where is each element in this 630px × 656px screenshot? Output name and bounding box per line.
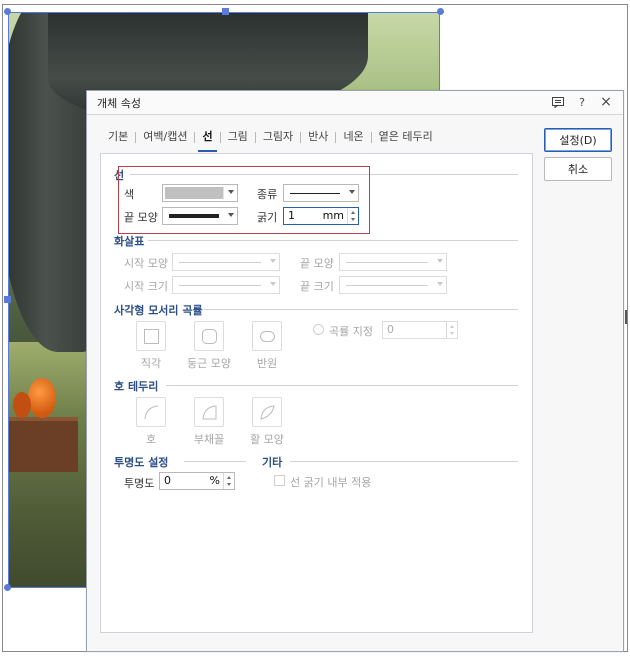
- scroll-marker: [625, 310, 628, 324]
- transparency-section-divider: [184, 461, 246, 462]
- corner-section-divider: [204, 309, 518, 310]
- chord-label: 부채꼴: [193, 433, 225, 446]
- curvature-stepper[interactable]: [446, 322, 457, 338]
- transparency-input[interactable]: 0 %: [159, 472, 235, 490]
- tab-picture[interactable]: 그림: [221, 127, 255, 147]
- photo-pumpkin: [28, 378, 56, 418]
- rounded-corner-label: 둥근 모양: [187, 357, 231, 370]
- square-corner-button[interactable]: [136, 321, 166, 351]
- transparency-unit: %: [209, 474, 220, 487]
- chord-button[interactable]: [194, 397, 224, 427]
- resize-handle-top-right[interactable]: [437, 8, 444, 15]
- resize-handle-top-left[interactable]: [4, 8, 11, 15]
- chevron-down-icon: [270, 259, 276, 263]
- arc-section-title: 호 테두리: [114, 380, 159, 393]
- start-size-label: 시작 크기: [124, 280, 168, 293]
- tab-reflection[interactable]: 반사: [301, 127, 335, 147]
- resize-handle-left[interactable]: [4, 296, 11, 303]
- bow-label: 활 모양: [250, 433, 284, 446]
- transparency-stepper[interactable]: [223, 473, 234, 489]
- inner-line-checkbox[interactable]: [274, 475, 285, 486]
- ok-button[interactable]: 설정(D): [544, 128, 612, 152]
- help-icon[interactable]: ?: [575, 95, 589, 109]
- transparency-section-title: 투명도 설정: [114, 456, 169, 469]
- tab-shadow[interactable]: 그림자: [256, 127, 300, 147]
- curvature-radio[interactable]: [313, 324, 324, 335]
- inner-line-label: 선 굵기 내부 적용: [290, 476, 372, 489]
- tab-neon[interactable]: 네온: [336, 127, 370, 147]
- arrow-start-size-select[interactable]: [172, 276, 280, 294]
- start-shape-label: 시작 모양: [124, 257, 168, 270]
- tab-soft-edge[interactable]: 옅은 테두리: [372, 127, 440, 147]
- arrow-start-shape-preview: [179, 262, 261, 263]
- curvature-value: 0: [387, 323, 394, 336]
- etc-section-title: 기타: [262, 456, 283, 469]
- cancel-button[interactable]: 취소: [544, 157, 612, 181]
- comment-icon[interactable]: [551, 95, 565, 109]
- tab-strip: 기본 여백/캡션 선 그림 그림자 반사 네온 옅은 테두리: [101, 127, 440, 152]
- chevron-down-icon: [437, 282, 443, 286]
- arrow-start-shape-select[interactable]: [172, 253, 280, 271]
- transparency-value: 0: [164, 474, 171, 487]
- resize-handle-top[interactable]: [222, 8, 229, 15]
- chevron-down-icon: [437, 259, 443, 263]
- arrow-end-size-preview: [346, 285, 428, 286]
- arrow-end-size-select[interactable]: [339, 276, 447, 294]
- arrow-start-size-preview: [179, 285, 261, 286]
- arrow-section-divider: [148, 240, 518, 241]
- end-size-label: 끝 크기: [300, 280, 334, 293]
- tab-margin-caption[interactable]: 여백/캡션: [136, 127, 194, 147]
- semicircle-corner-label: 반원: [256, 357, 278, 370]
- dialog-titlebar[interactable]: 개체 속성 ? ×: [87, 91, 623, 115]
- curvature-label: 곡률 지정: [329, 325, 373, 338]
- end-arrow-shape-label: 끝 모양: [300, 257, 334, 270]
- resize-handle-bottom-left[interactable]: [4, 584, 11, 591]
- tab-line[interactable]: 선: [195, 127, 219, 152]
- semicircle-corner-button[interactable]: [252, 321, 282, 351]
- arc-label: 호: [145, 433, 157, 446]
- annotation-highlight-box: [118, 166, 370, 234]
- transparency-label: 투명도: [124, 477, 155, 490]
- dialog-title: 개체 속성: [97, 96, 141, 110]
- photo-crate: [8, 417, 78, 472]
- rounded-corner-button[interactable]: [194, 321, 224, 351]
- photo-pumpkin-small: [13, 392, 31, 418]
- arc-section-divider: [166, 385, 518, 386]
- close-icon[interactable]: ×: [599, 94, 613, 110]
- bow-button[interactable]: [252, 397, 282, 427]
- arrow-end-shape-preview: [346, 262, 428, 263]
- square-corner-label: 직각: [140, 357, 162, 370]
- curvature-input[interactable]: 0: [382, 321, 458, 339]
- chevron-down-icon: [270, 282, 276, 286]
- corner-section-title: 사각형 모서리 곡률: [114, 304, 203, 317]
- etc-section-divider: [290, 461, 518, 462]
- arc-button[interactable]: [136, 397, 166, 427]
- arrow-section-title: 화살표: [114, 235, 145, 248]
- tab-basic[interactable]: 기본: [101, 127, 135, 147]
- arrow-end-shape-select[interactable]: [339, 253, 447, 271]
